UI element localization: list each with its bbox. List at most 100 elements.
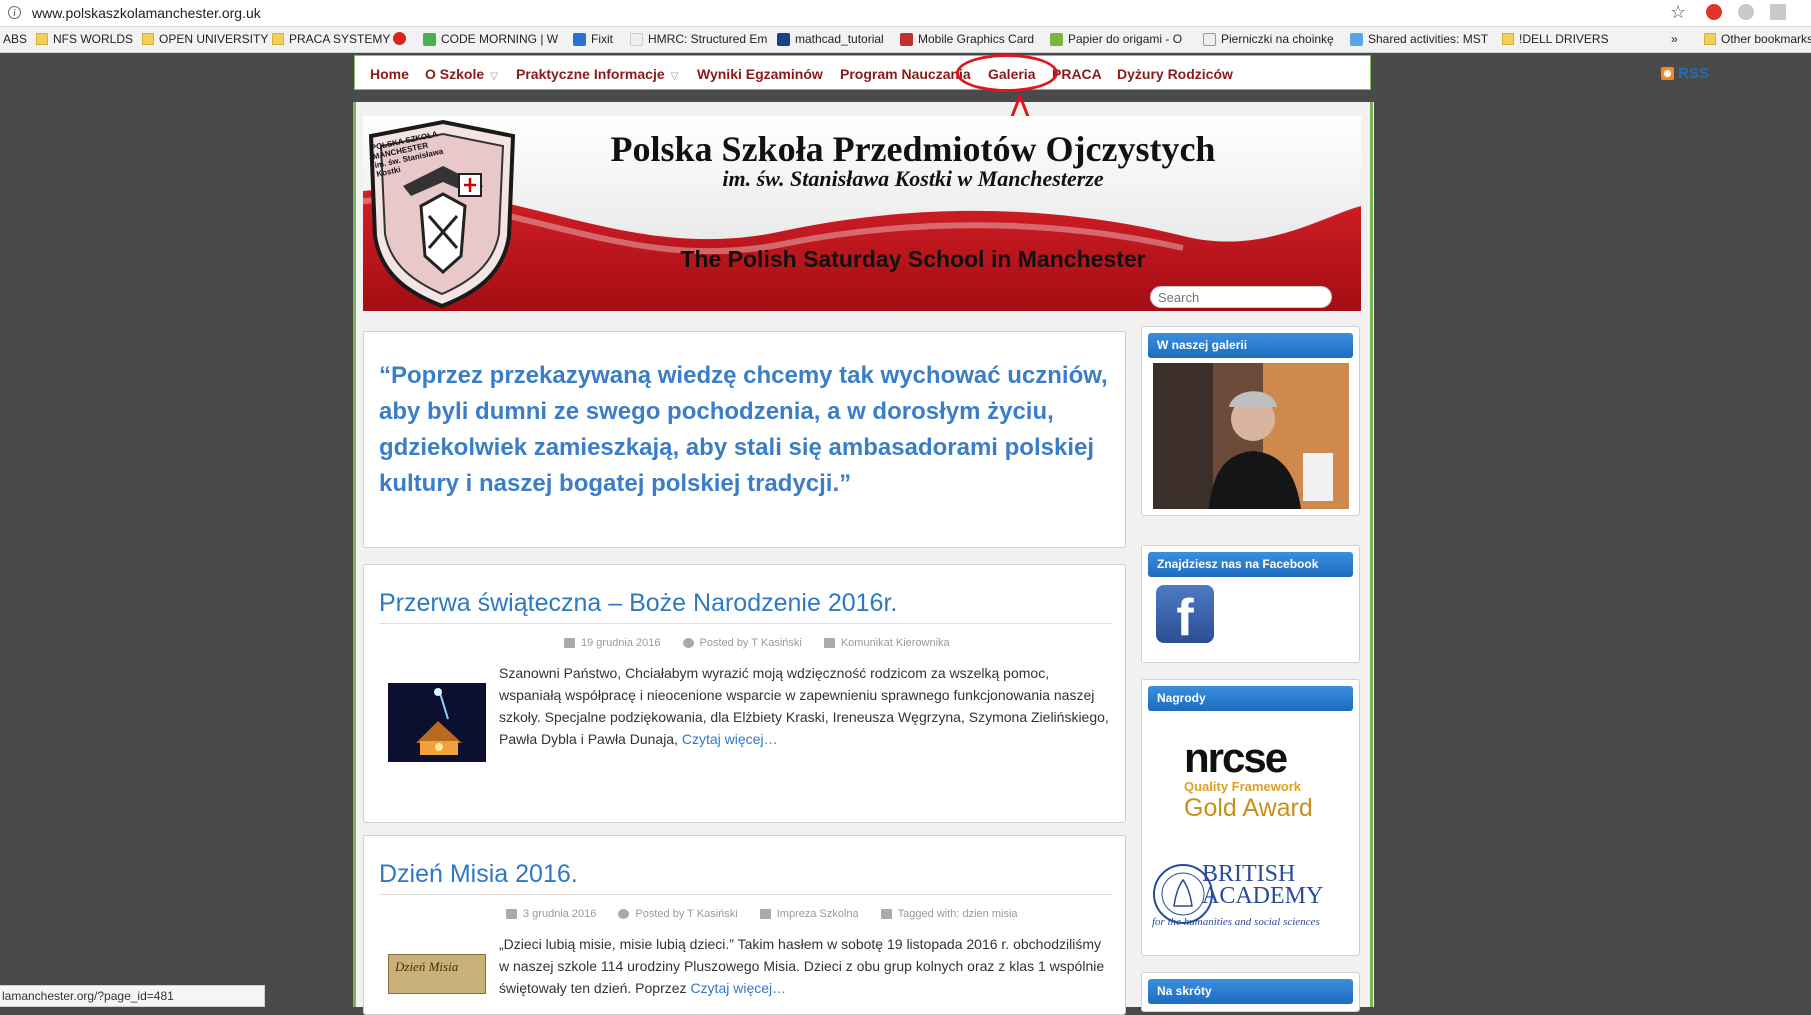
bookmark-folder[interactable]: !DELL DRIVERS [1502,32,1609,46]
excerpt-text: Szanowni Państwo, Chciałabym wyrazić moj… [499,665,1109,747]
bookmark-item[interactable]: Papier do origami - O [1050,32,1182,46]
main-navigation: Home O Szkole ▽ Praktyczne Informacje ▽ Wy… [354,55,1709,90]
bookmark-item[interactable]: Fixit [573,32,613,46]
british-academy-logo[interactable]: BRITISH ACADEMY for the humanities and s… [1152,862,1352,942]
nav-o-szkole[interactable]: O Szkole ▽ [425,66,498,82]
folder-icon [142,33,154,45]
origami-icon [1050,32,1063,46]
header-banner: POLSKA SZKOŁA MANCHESTER im. św. Stanisł… [363,116,1361,311]
bookmark-folder[interactable]: NFS WORLDS [36,32,133,46]
other-bookmarks-folder[interactable]: Other bookmarks [1704,32,1811,46]
widget-title: W naszej galerii [1148,333,1353,358]
bookmark-label: ABS [3,32,28,46]
read-more-link[interactable]: Czytaj więcej… [682,731,778,747]
info-icon[interactable]: i [8,6,21,19]
gallery-photo[interactable] [1153,363,1349,509]
folder-icon [1704,33,1716,45]
mission-quote: “Poprzez przekazywaną wiedzę chcemy tak … [379,362,1108,497]
post-title[interactable]: Przerwa świąteczna – Boże Narodzenie 201… [379,589,897,618]
thumbnail-caption: Dzień Misia [395,959,459,974]
nrcse-wordmark: nrcse [1184,734,1288,781]
bookmark-item[interactable]: HMRC: Structured Em [630,32,767,46]
british-academy-line2: ACADEMY [1202,883,1324,909]
nav-wyniki-egzaminow[interactable]: Wyniki Egzaminów [697,66,823,82]
widget-title: Znajdziesz nas na Facebook [1148,552,1353,577]
bookmark-label: Papier do origami - O [1068,32,1183,46]
bookmark-star-icon[interactable]: ☆ [1670,2,1686,23]
bookmark-label: Pierniczki na choinkę [1221,32,1334,46]
nav-praktyczne-informacje[interactable]: Praktyczne Informacje ▽ [516,66,678,82]
post-title[interactable]: Dzień Misia 2016. [379,860,578,889]
nav-home[interactable]: Home [370,66,409,82]
address-bar[interactable]: i www.polskaszkolamanchester.org.uk ☆ [0,0,1811,27]
post-tags[interactable]: Tagged with: dzien misia [898,908,1018,920]
bookmark-item[interactable]: mathcad_tutorial [777,32,884,46]
chevron-down-icon: ▽ [490,71,498,82]
bookmark-item[interactable] [393,32,406,45]
folder-icon [1502,33,1514,45]
read-more-link[interactable]: Czytaj więcej… [690,980,786,996]
bookmark-label: !DELL DRIVERS [1519,32,1609,46]
gallery-widget: W naszej galerii [1141,326,1360,516]
fixit-icon [573,32,586,46]
nav-label: Praktyczne Informacje [516,66,665,82]
post-card: Przerwa świąteczna – Boże Narodzenie 201… [363,564,1126,823]
bookmark-label: Fixit [591,32,613,46]
rss-icon: ◉ [1661,67,1674,80]
bookmark-label: Shared activities: MST [1368,32,1489,46]
opera-icon [393,32,406,45]
nrcse-line2: Gold Award [1184,794,1313,822]
pdf-extension-icon[interactable] [1770,4,1786,20]
folder-icon [36,33,48,45]
post-meta: 3 grudnia 2016 Posted by T Kasiński Impr… [506,908,1018,920]
code-morning-icon [423,32,436,46]
bookmark-item[interactable]: Shared activities: MST [1350,32,1488,46]
nav-label: PRACA [1052,66,1102,82]
post-thumbnail-dzien-misia[interactable]: Dzień Misia [388,954,486,994]
post-excerpt: Szanowni Państwo, Chciałabym wyrazić moj… [499,662,1111,750]
url-text[interactable]: www.polskaszkolamanchester.org.uk [32,5,261,21]
nav-label: Program Nauczania [840,66,971,82]
bookmark-item[interactable]: Mobile Graphics Card [900,32,1034,46]
school-subtitle: im. św. Stanisława Kostki w Manchesterze [722,166,1104,191]
nav-program-nauczania[interactable]: Program Nauczania [840,66,971,82]
nrcse-award-logo[interactable]: nrcse Quality Framework Gold Award [1184,734,1334,823]
post-author[interactable]: Posted by T Kasiński [700,637,802,649]
bookmark-folder[interactable]: PRACA SYSTEMY [272,32,390,46]
shared-activities-icon [1350,32,1363,46]
post-thumbnail-nativity[interactable] [388,683,486,762]
search-input[interactable] [1150,286,1332,308]
post-date: 19 grudnia 2016 [581,637,661,649]
bookmark-item[interactable]: Pierniczki na choinkę [1203,32,1334,46]
nav-label: Home [370,66,409,82]
nav-dyzury-rodzicow[interactable]: Dyżury Rodziców [1117,66,1233,82]
author-icon [618,909,630,919]
author-icon [682,638,694,648]
rss-label: RSS [1678,65,1709,82]
rss-link[interactable]: ◉ RSS [1661,65,1709,82]
bookmark-label: Mobile Graphics Card [918,32,1035,46]
overflow-chevron-icon: » [1671,32,1678,46]
nav-praca[interactable]: PRACA [1052,66,1102,82]
bookmarks-overflow-button[interactable]: » [1671,32,1678,46]
opera-extension-icon[interactable] [1706,4,1722,20]
british-academy-tagline: for the humanities and social sciences [1152,916,1320,928]
bookmark-label: HMRC: Structured Em [648,32,768,46]
skype-extension-icon[interactable] [1738,4,1754,20]
highlight-oval [956,54,1058,92]
frame-border-left [353,102,356,1007]
post-category[interactable]: Komunikat Kierownika [841,637,950,649]
post-category[interactable]: Impreza Szkolna [777,908,859,920]
page-icon [1203,32,1216,46]
post-author[interactable]: Posted by T Kasiński [635,908,737,920]
chevron-down-icon: ▽ [670,71,679,82]
facebook-icon[interactable]: f [1156,585,1214,647]
mathcad-icon [777,32,790,46]
bookmark-label: NFS WORLDS [53,32,134,46]
nav-label: Dyżury Rodziców [1117,66,1233,82]
widget-title: Nagrody [1148,686,1353,711]
bookmark-item[interactable]: ABS [3,32,27,46]
bookmark-folder[interactable]: OPEN UNIVERSITY [142,32,268,46]
bookmark-item[interactable]: CODE MORNING | W [423,32,558,46]
widget-title: Na skróty [1148,979,1353,1004]
